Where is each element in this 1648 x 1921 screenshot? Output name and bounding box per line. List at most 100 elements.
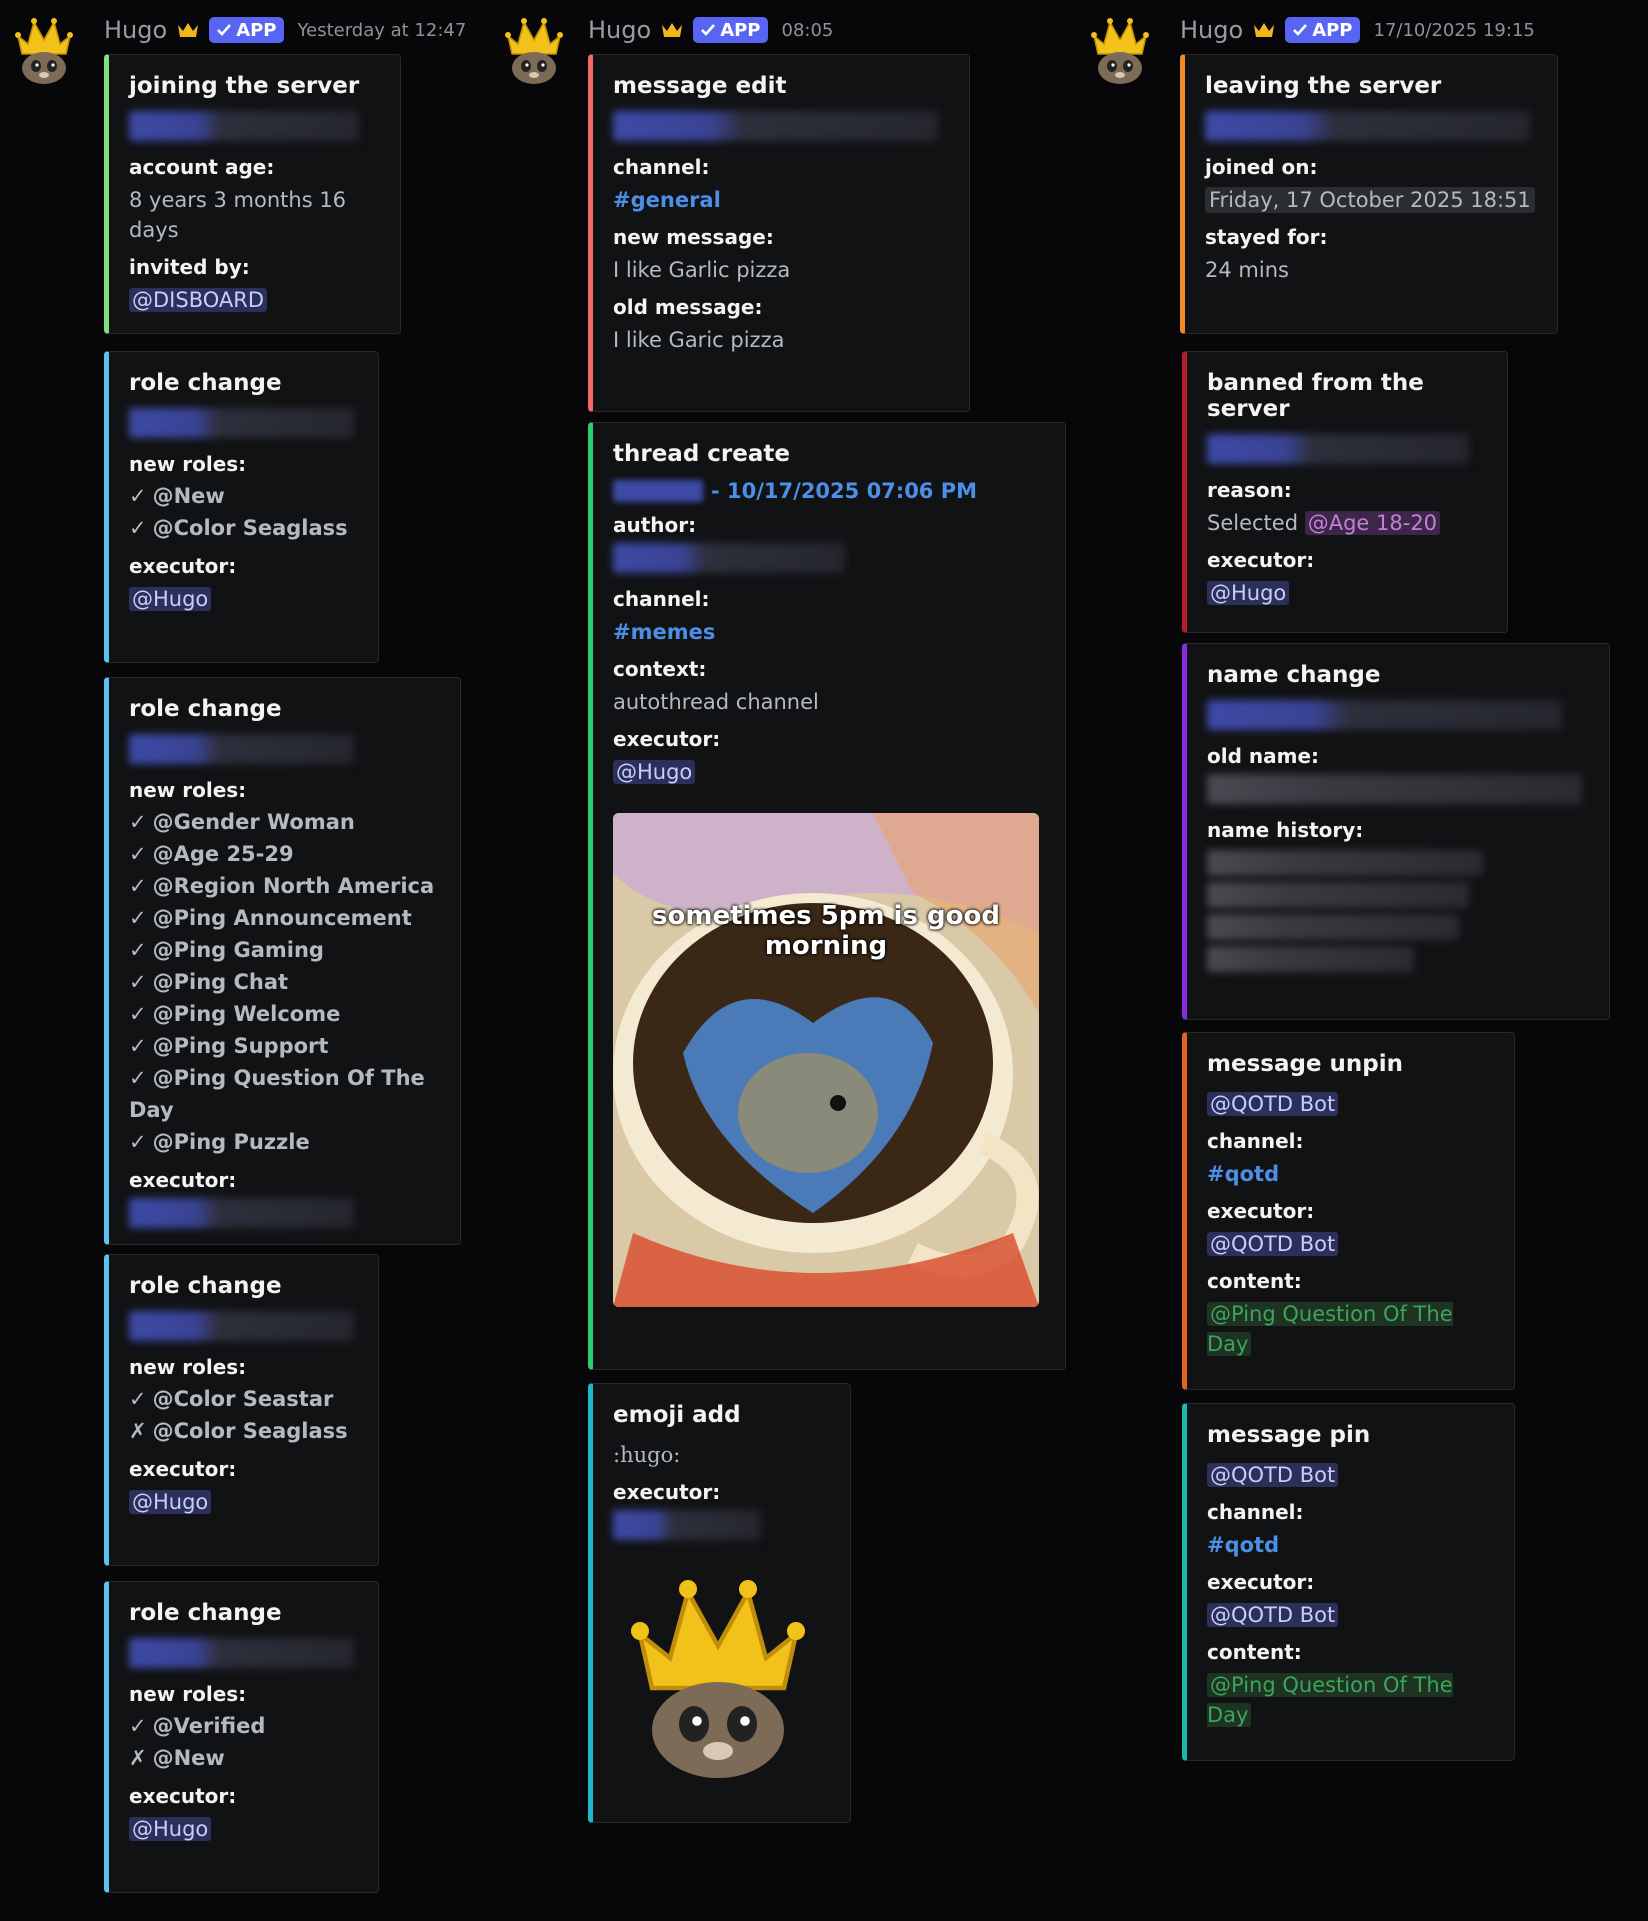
mention-bot[interactable]: @QOTD Bot (1207, 1463, 1339, 1487)
embed-message-pin: message pin @QOTD Bot channel: #qotd exe… (1182, 1403, 1515, 1761)
embed-title: joining the server (129, 73, 360, 99)
meme-image[interactable]: sometimes 5pm is good morning (613, 813, 1039, 1307)
timestamp[interactable]: Yesterday at 12:47 (298, 20, 467, 41)
mention-role[interactable]: @Ping Question Of The Day (1207, 1302, 1453, 1356)
field-label: executor: (1207, 1199, 1315, 1223)
mention-role[interactable]: @Ping Question Of The Day (1207, 1673, 1453, 1727)
redacted-executor (613, 1510, 761, 1540)
field-label: executor: (1207, 1570, 1315, 1594)
author-name[interactable]: Hugo (1180, 16, 1243, 44)
message-header: Hugo APP 08:05 (588, 16, 833, 44)
mention-executor[interactable]: @Hugo (129, 1490, 212, 1514)
field-label: new roles: (129, 452, 247, 476)
author-name[interactable]: Hugo (104, 16, 167, 44)
author-name[interactable]: Hugo (588, 16, 651, 44)
field-label: new roles: (129, 1682, 247, 1706)
emoji-name: :hugo: (613, 1443, 681, 1467)
field-label: account age: (129, 155, 275, 179)
mention-executor[interactable]: @Hugo (1207, 581, 1290, 605)
role-item: ✓ @Ping Announcement (129, 906, 412, 930)
field-label: context: (613, 657, 707, 681)
ban-reason: Selected @Age 18-20 (1207, 508, 1487, 538)
avatar[interactable] (504, 14, 564, 84)
embed-role-change: role change new roles: ✓ @Gender Woman ✓ @… (104, 677, 461, 1245)
embed-message-unpin: message unpin @QOTD Bot channel: #qotd e… (1182, 1032, 1515, 1390)
role-item: ✓ @Age 25-29 (129, 842, 294, 866)
joined-date: Friday, 17 October 2025 18:51 (1205, 187, 1535, 213)
redacted-user (1207, 700, 1562, 730)
mention-disboard[interactable]: @DISBOARD (129, 288, 268, 312)
field-label: reason: (1207, 478, 1292, 502)
embed-message-edit: message edit channel: #general new messa… (588, 54, 970, 412)
channel-link[interactable]: #qotd (1207, 1533, 1279, 1557)
redacted-history-item (1207, 882, 1469, 908)
role-item: ✓ @Ping Support (129, 1034, 329, 1058)
crown-icon (661, 21, 683, 39)
redacted-user (129, 111, 359, 141)
message-header: Hugo APP Yesterday at 12:47 (104, 16, 466, 44)
embed-title: name change (1207, 662, 1381, 688)
stayed-duration: 24 mins (1205, 258, 1289, 282)
field-label: channel: (1207, 1500, 1304, 1524)
redacted-executor (129, 1198, 354, 1228)
embed-name-change: name change old name: name history: (1182, 643, 1610, 1020)
field-label: new roles: (129, 778, 247, 802)
mention-executor[interactable]: @QOTD Bot (1207, 1232, 1339, 1256)
mention-executor[interactable]: @QOTD Bot (1207, 1603, 1339, 1627)
avatar[interactable] (1090, 14, 1150, 84)
field-label: executor: (129, 1784, 237, 1808)
channel-link[interactable]: #general (613, 188, 721, 212)
role-item: ✓ @New (129, 484, 225, 508)
embed-title: message unpin (1207, 1051, 1404, 1077)
hugo-emoji-icon (613, 1568, 823, 1778)
role-item: ✓ @Ping Question Of The Day (129, 1066, 425, 1122)
redacted-user (129, 1311, 354, 1341)
role-item: ✓ @Ping Puzzle (129, 1130, 310, 1154)
redacted-old-name (1207, 774, 1582, 804)
channel-link[interactable]: #memes (613, 620, 715, 644)
redacted-history-item (1207, 946, 1414, 972)
roles-list: ✓ @Verified ✗ @New (129, 1710, 358, 1774)
mention-role[interactable]: @Age 18-20 (1304, 511, 1441, 535)
coffee-cup-illustration (613, 813, 1039, 1307)
role-item: ✓ @Color Seastar (129, 1387, 334, 1411)
field-label: executor: (613, 727, 721, 751)
field-label: executor: (129, 1457, 237, 1481)
app-badge: APP (209, 17, 284, 43)
thread-link[interactable]: - 10/17/2025 07:06 PM (613, 479, 1045, 503)
role-item: ✓ @Ping Welcome (129, 1002, 341, 1026)
embed-title: role change (129, 696, 282, 722)
mention-executor[interactable]: @Hugo (129, 587, 212, 611)
embed-title: role change (129, 1600, 282, 1626)
embed-title: leaving the server (1205, 73, 1442, 99)
avatar[interactable] (14, 14, 74, 84)
embed-join: joining the server account age: 8 years … (104, 54, 401, 334)
field-label: content: (1207, 1640, 1302, 1664)
role-item: ✗ @Color Seaglass (129, 1419, 348, 1443)
redacted-thread (613, 480, 703, 502)
mention-executor[interactable]: @Hugo (613, 760, 696, 784)
timestamp[interactable]: 08:05 (782, 20, 834, 41)
field-label: content: (1207, 1269, 1302, 1293)
timestamp[interactable]: 17/10/2025 19:15 (1374, 20, 1535, 41)
mention-executor[interactable]: @Hugo (129, 1817, 212, 1841)
embed-title: message pin (1207, 1422, 1371, 1448)
redacted-user (129, 734, 354, 764)
embed-ban: banned from the server reason: Selected … (1182, 351, 1508, 633)
field-label: new message: (613, 225, 774, 249)
role-item: ✓ @Ping Gaming (129, 938, 324, 962)
app-badge: APP (693, 17, 768, 43)
embed-title: emoji add (613, 1402, 741, 1428)
check-icon (216, 22, 232, 38)
field-label: joined on: (1205, 155, 1318, 179)
role-item: ✓ @Region North America (129, 874, 435, 898)
mention-bot[interactable]: @QOTD Bot (1207, 1092, 1339, 1116)
embed-title: thread create (613, 441, 790, 467)
roles-list: ✓ @Color Seastar ✗ @Color Seaglass (129, 1383, 358, 1447)
check-icon (1292, 22, 1308, 38)
embed-title: banned from the server (1207, 370, 1424, 422)
channel-link[interactable]: #qotd (1207, 1162, 1279, 1186)
roles-list: ✓ @Gender Woman ✓ @Age 25-29 ✓ @Region Nort… (129, 806, 440, 1158)
embed-role-change: role change new roles: ✓ @New ✓ @Color Sea… (104, 351, 379, 663)
role-item: ✗ @New (129, 1746, 225, 1770)
